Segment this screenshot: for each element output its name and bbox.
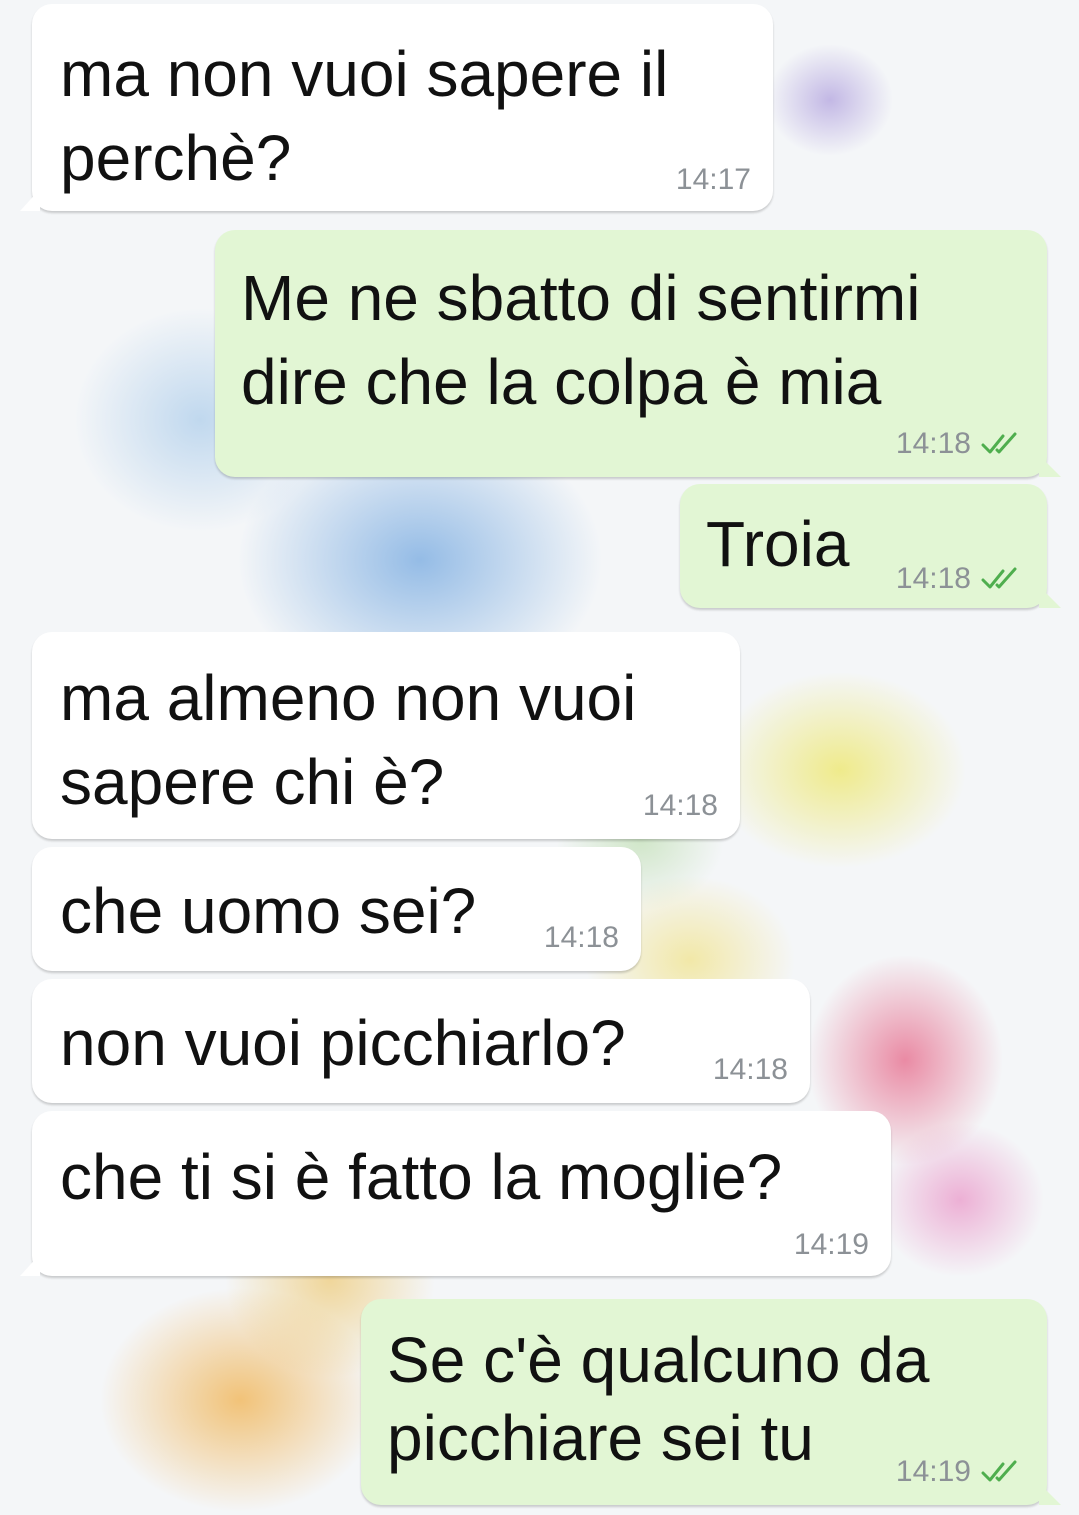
message-text: ma almeno non vuoi sapere chi è? [60, 656, 636, 824]
message-text: ma non vuoi sapere il perchè? [60, 32, 668, 200]
message-time: 14:17 [675, 163, 751, 196]
message-text-line: ma almeno non vuoi [60, 662, 637, 734]
message-text-line: che ti si è fatto la moglie? [60, 1141, 783, 1213]
message-meta: 14:18 [896, 562, 1025, 596]
message-text: non vuoi picchiarlo? [60, 1001, 626, 1085]
message-meta: 14:18 [544, 921, 619, 955]
message-text-line: non vuoi picchiarlo? [60, 1007, 626, 1079]
message-meta: 14:18 [643, 789, 718, 823]
message-text: Me ne sbatto di sentirmi dire che la col… [241, 256, 920, 424]
message-meta: 14:19 [896, 1455, 1025, 1489]
message-text-line: ma non vuoi sapere il [60, 38, 669, 110]
message-time: 14:19 [895, 1455, 971, 1488]
message-text: Se c'è qualcuno da picchiare sei tu [387, 1321, 929, 1477]
message-text-line: che uomo sei? [60, 875, 477, 947]
message-text-line: sapere chi è? [60, 746, 445, 818]
message-bubble-incoming[interactable]: non vuoi picchiarlo? 14:18 [32, 979, 810, 1103]
read-double-check-icon [981, 567, 1017, 589]
message-meta: 14:18 [713, 1053, 788, 1087]
message-bubble-incoming[interactable]: ma almeno non vuoi sapere chi è? 14:18 [32, 632, 740, 839]
message-bubble-outgoing[interactable]: Troia 14:18 [680, 484, 1061, 608]
message-bubble-incoming[interactable]: che uomo sei? 14:18 [32, 847, 641, 971]
read-double-check-icon [981, 432, 1017, 454]
message-time: 14:18 [642, 789, 718, 822]
message-text-line: Troia [706, 508, 850, 580]
bubble-tail [20, 1254, 40, 1276]
bubble-tail [1039, 455, 1061, 477]
message-text: che ti si è fatto la moglie? [60, 1135, 782, 1219]
read-double-check-icon [981, 1460, 1017, 1482]
message-meta: 14:18 [896, 427, 1025, 461]
bubble-tail [1039, 586, 1061, 608]
message-bubble-outgoing[interactable]: Me ne sbatto di sentirmi dire che la col… [215, 230, 1061, 477]
message-text-line: picchiare sei tu [387, 1402, 814, 1474]
message-text: Troia [706, 502, 849, 586]
message-bubble-outgoing[interactable]: Se c'è qualcuno da picchiare sei tu 14:1… [361, 1299, 1061, 1505]
message-text: che uomo sei? [60, 869, 476, 953]
message-text-line: perchè? [60, 122, 292, 194]
message-time: 14:18 [543, 921, 619, 954]
message-bubble-incoming[interactable]: che ti si è fatto la moglie? 14:19 [20, 1111, 891, 1276]
message-time: 14:18 [895, 562, 971, 595]
message-text-line: dire che la colpa è mia [241, 346, 882, 418]
message-meta: 14:17 [676, 163, 751, 197]
message-meta: 14:19 [794, 1228, 869, 1262]
bubble-tail [20, 189, 40, 211]
message-bubble-incoming[interactable]: ma non vuoi sapere il perchè? 14:17 [20, 4, 773, 211]
message-time: 14:18 [895, 427, 971, 460]
message-text-line: Me ne sbatto di sentirmi [241, 262, 921, 334]
message-time: 14:19 [793, 1228, 869, 1261]
message-time: 14:18 [712, 1053, 788, 1086]
bubble-tail [1039, 1483, 1061, 1505]
message-text-line: Se c'è qualcuno da [387, 1324, 930, 1396]
